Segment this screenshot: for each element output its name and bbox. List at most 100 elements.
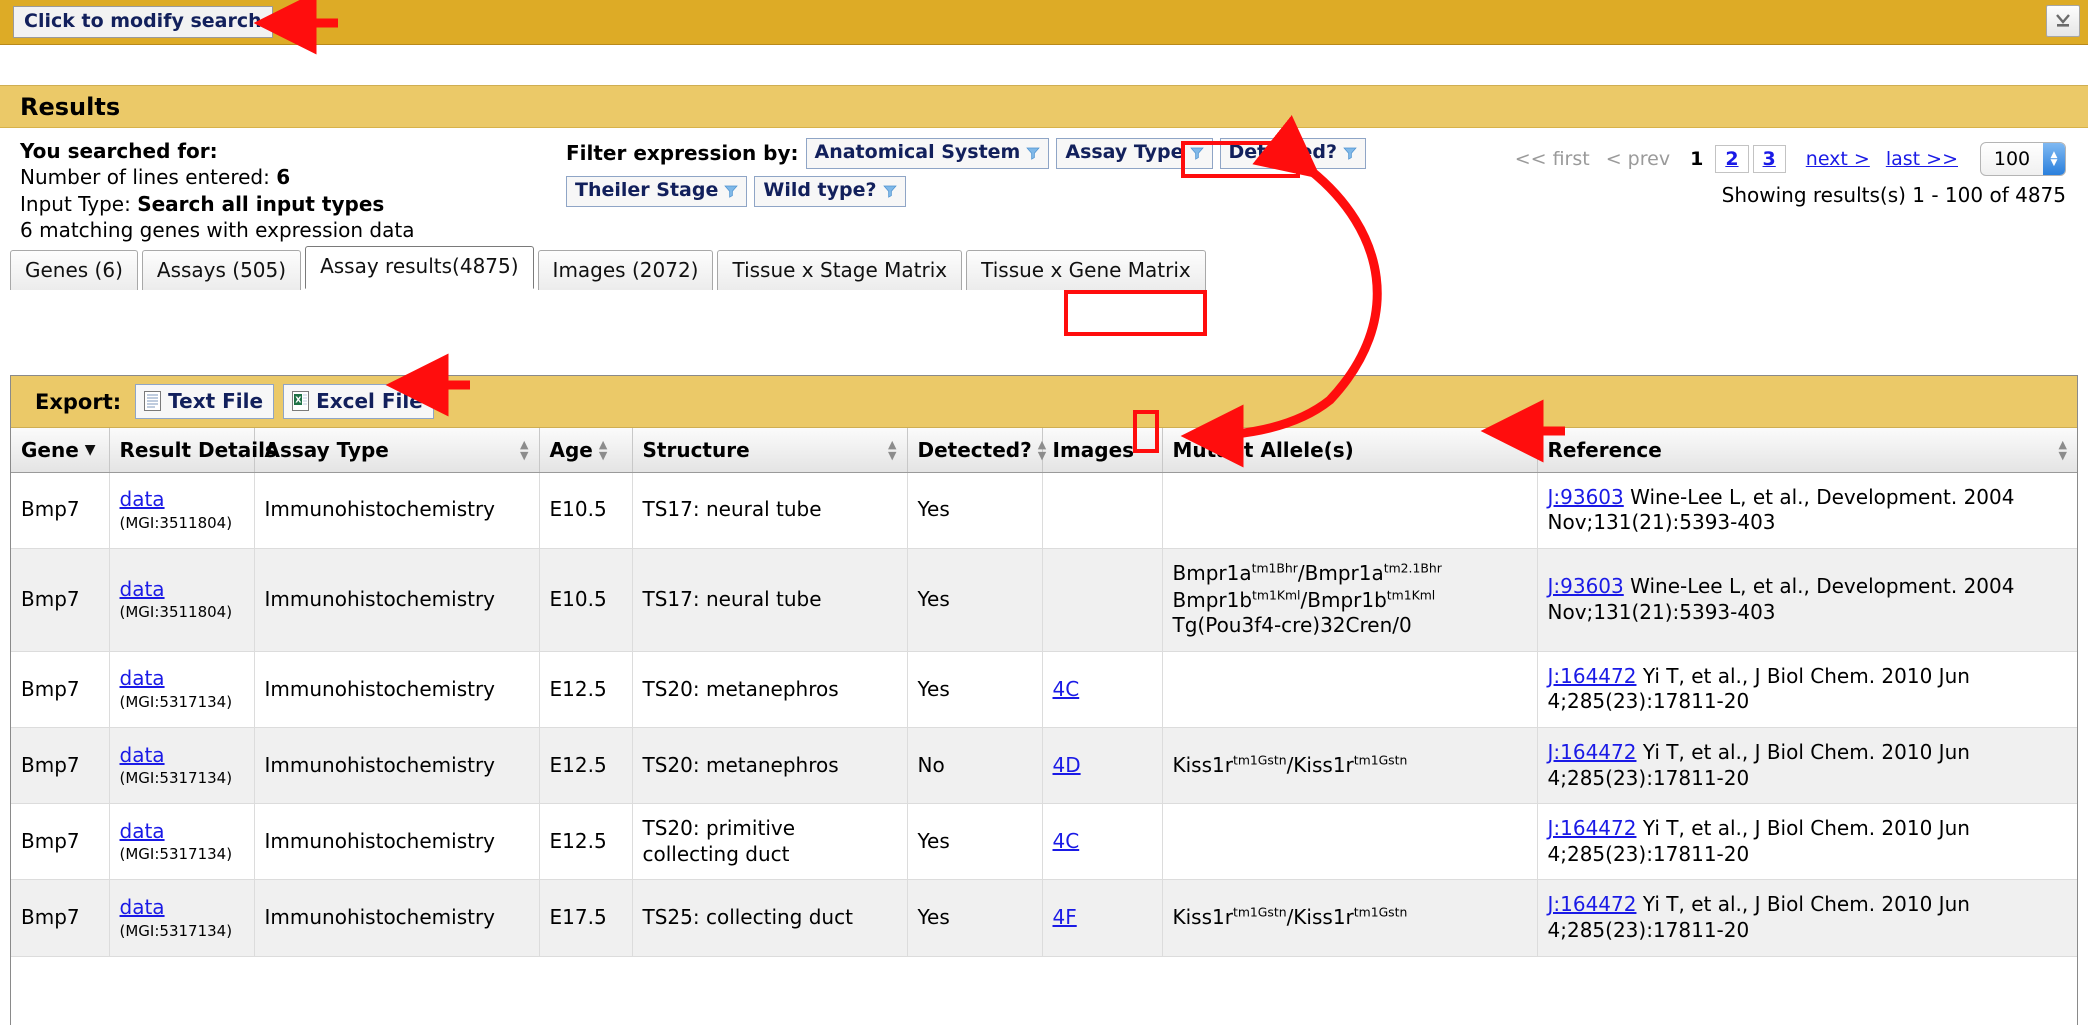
column-header-result-details-label: Result Details xyxy=(119,437,277,462)
cell-reference[interactable]: J:164472 Yi T, et al., J Biol Chem. 2010… xyxy=(1537,727,2077,805)
cell-images[interactable]: 4F xyxy=(1042,879,1163,957)
column-header-detected[interactable]: Detected? ▲ ▼ xyxy=(907,428,1046,473)
result-details-data-link[interactable]: data xyxy=(120,577,244,603)
cell-reference[interactable]: J:164472 Yi T, et al., J Biol Chem. 2010… xyxy=(1537,879,2077,957)
cell-images[interactable]: 4C xyxy=(1042,803,1163,881)
tab-assays[interactable]: Assays (505) xyxy=(141,250,302,290)
result-details-data-link[interactable]: data xyxy=(120,743,244,769)
image-link[interactable]: 4C xyxy=(1053,829,1080,853)
cell-detected: No xyxy=(907,727,1043,805)
reference-link[interactable]: J:93603 xyxy=(1548,574,1624,598)
result-details-mgi-id: (MGI:5317134) xyxy=(119,769,233,788)
export-text-file-button[interactable]: Text File xyxy=(135,384,275,419)
result-details-data-link[interactable]: data xyxy=(120,487,244,513)
filter-anatomical-system-button[interactable]: Anatomical System xyxy=(805,138,1050,169)
filter-theiler-stage-button[interactable]: Theiler Stage xyxy=(566,175,748,207)
cell-images[interactable]: 4C xyxy=(1042,651,1163,728)
cell-age: E10.5 xyxy=(539,472,633,549)
results-table-container: Export: Text File X Excel File Gene ▼ Re… xyxy=(10,375,2078,1025)
sort-arrows-icon[interactable]: ▲ ▼ xyxy=(599,439,607,461)
export-excel-file-button[interactable]: X Excel File xyxy=(283,384,434,419)
filter-assay-type-button[interactable]: Assay Type xyxy=(1056,138,1213,169)
cell-reference[interactable]: J:164472 Yi T, et al., J Biol Chem. 2010… xyxy=(1537,803,2077,881)
pagination-page-2[interactable]: 2 xyxy=(1715,145,1749,173)
cell-mutant-alleles xyxy=(1162,803,1538,881)
result-details-data-link[interactable]: data xyxy=(120,819,244,845)
cell-assay-type: Immunohistochemistry xyxy=(254,548,540,652)
detected-column-sort-arrows-icon[interactable]: ▲ ▼ xyxy=(1038,439,1046,461)
result-details-data-link[interactable]: data xyxy=(120,666,244,692)
filter-expression-group: Filter expression by: Anatomical System … xyxy=(566,138,1416,207)
filter-expression-label: Filter expression by: xyxy=(566,141,799,166)
sort-desc-caret-icon[interactable]: ▼ xyxy=(85,442,96,458)
filter-theiler-stage-label: Theiler Stage xyxy=(575,178,719,201)
filter-wild-type-label: Wild type? xyxy=(763,178,877,201)
filter-detected-button[interactable]: Detected? xyxy=(1219,138,1366,169)
cell-images[interactable]: 4D xyxy=(1042,727,1163,805)
assay-type-value: Immunohistochemistry xyxy=(264,676,496,701)
funnel-icon xyxy=(1189,147,1204,160)
tab-genes[interactable]: Genes (6) xyxy=(10,250,138,290)
sort-arrows-icon[interactable]: ▲ ▼ xyxy=(2059,439,2067,461)
modify-search-button[interactable]: Click to modify search xyxy=(13,6,273,38)
column-header-structure[interactable]: Structure ▲ ▼ xyxy=(632,428,908,473)
reference-link[interactable]: J:164472 xyxy=(1548,664,1637,688)
column-header-assay-type[interactable]: Assay Type ▲ ▼ xyxy=(254,428,540,473)
filter-wild-type-button[interactable]: Wild type? xyxy=(754,175,906,207)
tab-tissue-x-stage-matrix[interactable]: Tissue x Stage Matrix xyxy=(717,250,963,290)
excel-file-icon: X xyxy=(292,391,310,411)
cell-reference[interactable]: J:93603 Wine-Lee L, et al., Development.… xyxy=(1537,548,2077,652)
cell-result-details[interactable]: data (MGI:3511804) xyxy=(109,548,255,652)
detected-value: Yes xyxy=(917,905,950,930)
cell-mutant-alleles: Kiss1rtm1Gstn/Kiss1rtm1Gstn xyxy=(1162,727,1538,805)
column-header-result-details[interactable]: Result Details xyxy=(109,428,277,473)
search-toolbar: Click to modify search xyxy=(0,0,2088,45)
sort-arrows-icon[interactable]: ▲ ▼ xyxy=(520,439,528,461)
cell-reference[interactable]: J:93603 Wine-Lee L, et al., Development.… xyxy=(1537,472,2077,549)
column-header-mutant-alleles-label: Mutant Allele(s) xyxy=(1172,437,1354,462)
age-value: E12.5 xyxy=(549,676,607,701)
showing-results-text: Showing results(s) 1 - 100 of 4875 xyxy=(1721,183,2066,207)
reference-link[interactable]: J:164472 xyxy=(1548,740,1637,764)
column-header-mutant-alleles[interactable]: Mutant Allele(s) xyxy=(1162,428,1538,473)
cell-result-details[interactable]: data (MGI:5317134) xyxy=(109,803,255,881)
cell-reference[interactable]: J:164472 Yi T, et al., J Biol Chem. 2010… xyxy=(1537,651,2077,728)
reference-link[interactable]: J:164472 xyxy=(1548,892,1637,916)
page-size-stepper-icon[interactable]: ▲ ▼ xyxy=(2043,143,2065,175)
cell-result-details[interactable]: data (MGI:3511804) xyxy=(109,472,255,549)
collapse-down-icon[interactable] xyxy=(2046,5,2080,37)
pagination-last[interactable]: last >> xyxy=(1886,148,1958,170)
page-size-select[interactable]: 100 ▲ ▼ xyxy=(1980,142,2066,176)
tab-images[interactable]: Images (2072) xyxy=(537,250,714,290)
matching-genes-text: 6 matching genes with expression data xyxy=(20,218,415,243)
cell-gene: Bmp7 xyxy=(11,548,110,652)
filter-assay-type-label: Assay Type xyxy=(1065,141,1184,163)
reference-link[interactable]: J:93603 xyxy=(1548,485,1624,509)
image-link[interactable]: 4F xyxy=(1053,905,1077,929)
image-link[interactable]: 4C xyxy=(1053,677,1080,701)
tab-assay-results[interactable]: Assay results(4875) xyxy=(305,246,534,289)
results-panel: Results You searched for: Number of line… xyxy=(0,85,2088,1026)
column-header-gene[interactable]: Gene ▼ xyxy=(11,428,110,473)
image-link[interactable]: 4D xyxy=(1053,753,1081,777)
table-row: Bmp7 data (MGI:3511804) Immunohistochemistr… xyxy=(11,472,2077,549)
reference-link[interactable]: J:164472 xyxy=(1548,816,1637,840)
sort-arrows-icon[interactable]: ▲ ▼ xyxy=(888,439,896,461)
cell-result-details[interactable]: data (MGI:5317134) xyxy=(109,651,255,728)
funnel-icon xyxy=(1026,147,1041,160)
page-size-value: 100 xyxy=(1993,148,2031,170)
tab-tissue-x-gene-matrix[interactable]: Tissue x Gene Matrix xyxy=(966,250,1206,290)
pagination-page-3[interactable]: 3 xyxy=(1752,145,1786,173)
column-header-age-label: Age xyxy=(549,437,593,462)
pagination-next[interactable]: next > xyxy=(1806,148,1870,170)
cell-images xyxy=(1042,472,1163,549)
cell-result-details[interactable]: data (MGI:5317134) xyxy=(109,879,255,957)
column-header-structure-label: Structure xyxy=(642,437,750,462)
lines-entered-value: 6 xyxy=(276,165,291,190)
column-header-reference[interactable]: Reference ▲ ▼ xyxy=(1537,428,2077,473)
mutant-allele-value: Kiss1rtm1Gstn/Kiss1rtm1Gstn xyxy=(1172,904,1408,930)
result-details-data-link[interactable]: data xyxy=(120,895,244,921)
cell-result-details[interactable]: data (MGI:5317134) xyxy=(109,727,255,805)
column-header-images[interactable]: Images xyxy=(1042,428,1163,473)
column-header-age[interactable]: Age ▲ ▼ xyxy=(539,428,633,473)
